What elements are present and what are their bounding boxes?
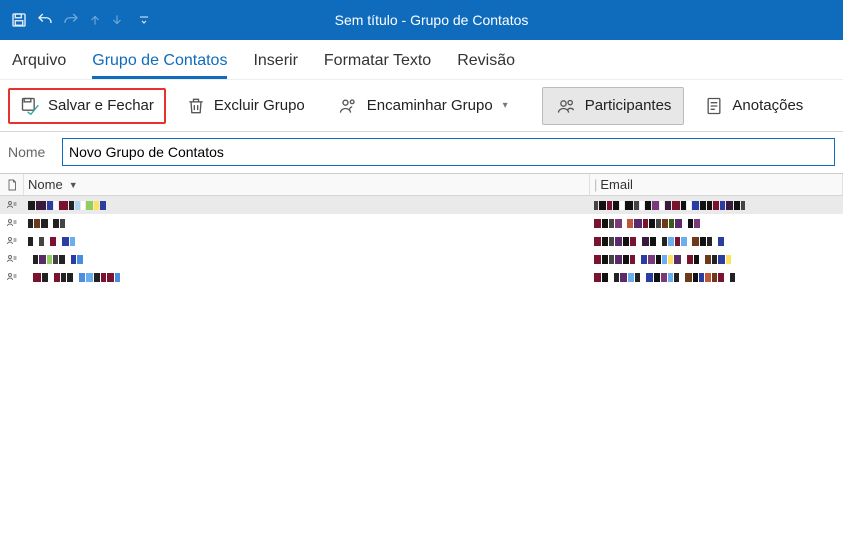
members-label: Participantes: [585, 97, 672, 114]
column-name[interactable]: Nome ▼: [24, 174, 590, 195]
undo-icon[interactable]: [36, 11, 54, 29]
table-row[interactable]: [0, 196, 843, 214]
name-row: Nome: [0, 132, 843, 173]
notes-button[interactable]: Anotações: [692, 88, 815, 124]
name-cell: [24, 252, 590, 267]
redacted-name: [28, 272, 120, 282]
tab-inserir[interactable]: Inserir: [253, 44, 297, 79]
members-button[interactable]: Participantes: [542, 87, 685, 125]
group-name-input[interactable]: [69, 144, 828, 160]
column-name-label: Nome: [28, 177, 63, 192]
sort-desc-icon: ▼: [69, 180, 78, 190]
quick-access-toolbar: [10, 11, 150, 29]
forward-group-button[interactable]: Encaminhar Grupo ▾: [325, 88, 520, 124]
members-grid: Nome ▼ | Email: [0, 173, 843, 286]
name-cell: [24, 270, 590, 285]
tab-arquivo[interactable]: Arquivo: [12, 44, 66, 79]
name-cell: [24, 234, 590, 249]
notes-icon: [704, 96, 724, 116]
email-cell: [590, 234, 843, 249]
redacted-email: [594, 200, 745, 210]
redacted-name: [28, 236, 75, 246]
redacted-name: [28, 200, 106, 210]
contact-icon: [0, 235, 24, 247]
table-row[interactable]: [0, 232, 843, 250]
contact-icon: [0, 271, 24, 283]
column-icon[interactable]: [0, 174, 24, 195]
save-and-close-button[interactable]: Salvar e Fechar: [8, 88, 166, 124]
name-input-container: [62, 138, 835, 166]
redo-icon: [62, 11, 80, 29]
redacted-email: [594, 218, 700, 228]
down-arrow-icon: [110, 12, 124, 28]
delete-group-label: Excluir Grupo: [214, 97, 305, 114]
delete-group-button[interactable]: Excluir Grupo: [174, 88, 317, 124]
table-row[interactable]: [0, 268, 843, 286]
email-cell: [590, 270, 843, 285]
window-title: Sem título - Grupo de Contatos: [150, 12, 713, 28]
table-row[interactable]: [0, 250, 843, 268]
name-cell: [24, 198, 590, 213]
table-row[interactable]: [0, 214, 843, 232]
chevron-down-icon: ▾: [503, 100, 508, 111]
name-label: Nome: [8, 144, 54, 160]
grid-header: Nome ▼ | Email: [0, 174, 843, 196]
name-cell: [24, 216, 590, 231]
up-arrow-icon: [88, 12, 102, 28]
ribbon-toolbar: Salvar e Fechar Excluir Grupo Encaminhar…: [0, 80, 843, 132]
save-icon[interactable]: [10, 11, 28, 29]
members-icon: [555, 96, 577, 116]
redacted-email: [594, 236, 724, 246]
email-cell: [590, 198, 843, 213]
contact-icon: [0, 199, 24, 211]
tab-formatar-texto[interactable]: Formatar Texto: [324, 44, 431, 79]
contact-icon: [0, 217, 24, 229]
contact-icon: [0, 253, 24, 265]
tab-revisao[interactable]: Revisão: [457, 44, 515, 79]
column-email[interactable]: | Email: [590, 174, 843, 195]
ribbon-tabs: Arquivo Grupo de Contatos Inserir Format…: [0, 40, 843, 80]
redacted-name: [28, 218, 65, 228]
grid-body: [0, 196, 843, 286]
save-close-label: Salvar e Fechar: [48, 97, 154, 114]
tab-grupo-contatos[interactable]: Grupo de Contatos: [92, 44, 227, 79]
title-bar: Sem título - Grupo de Contatos: [0, 0, 843, 40]
email-cell: [590, 252, 843, 267]
qat-customize-icon[interactable]: [138, 14, 150, 26]
forward-group-label: Encaminhar Grupo: [367, 97, 493, 114]
email-cell: [590, 216, 843, 231]
column-email-label: Email: [600, 177, 633, 192]
save-close-icon: [20, 96, 40, 116]
redacted-name: [28, 254, 83, 264]
redacted-email: [594, 254, 731, 264]
notes-label: Anotações: [732, 97, 803, 114]
trash-icon: [186, 96, 206, 116]
redacted-email: [594, 272, 735, 282]
people-forward-icon: [337, 96, 359, 116]
